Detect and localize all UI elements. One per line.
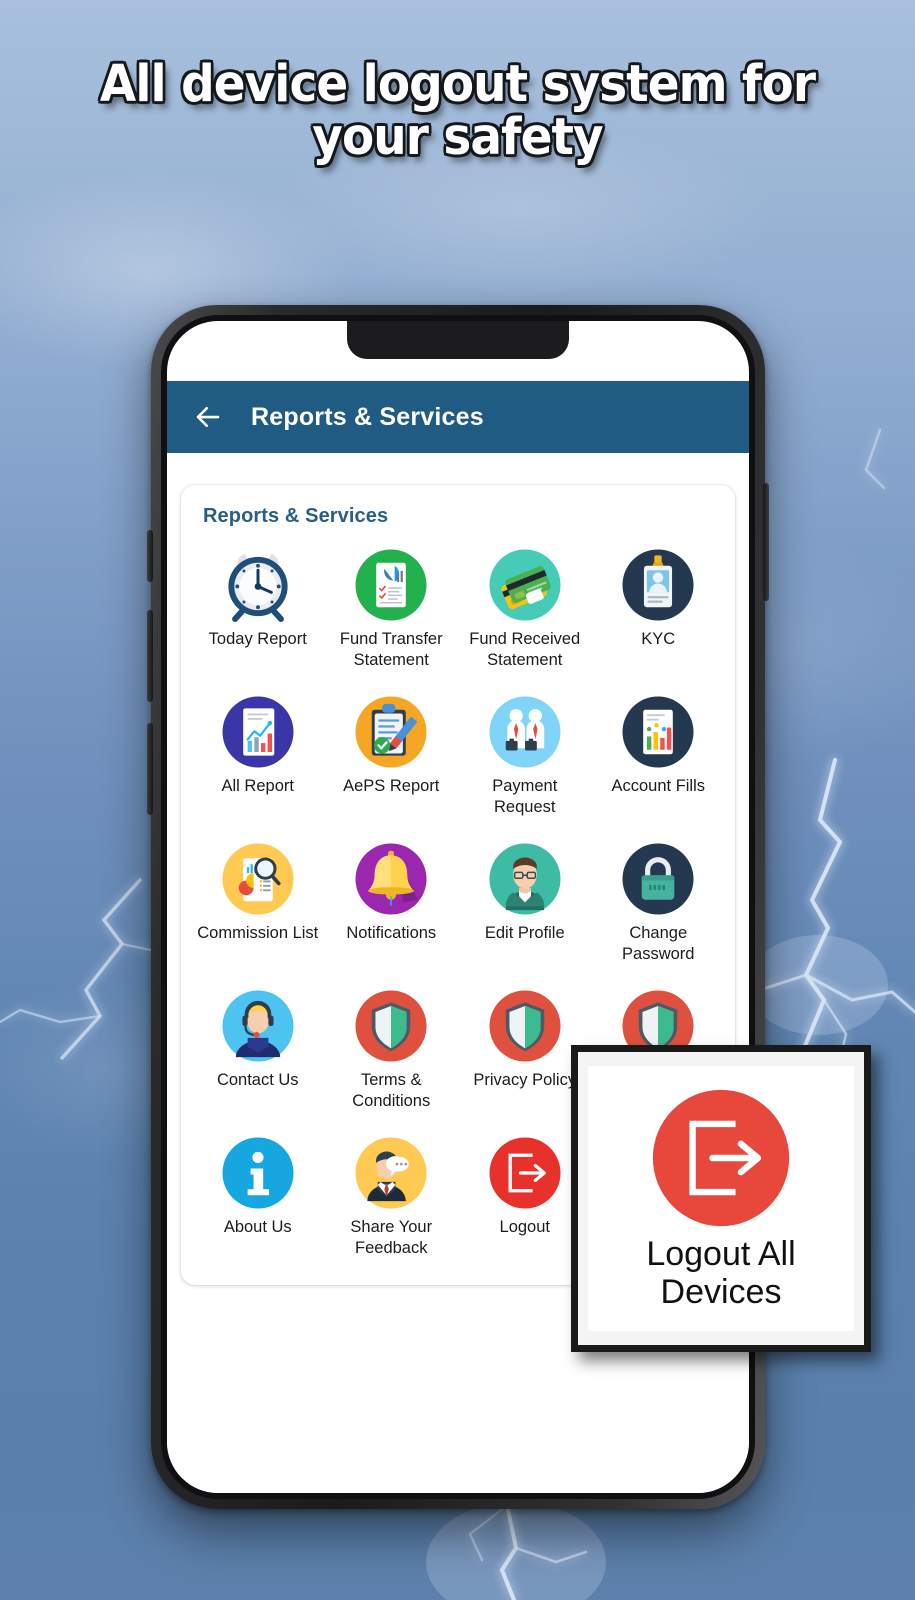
service-tile-label: Edit Profile xyxy=(484,924,565,942)
shield-icon xyxy=(488,989,562,1063)
service-tile[interactable]: Notifications xyxy=(325,836,459,969)
magnifier-doc-icon xyxy=(221,842,295,916)
service-tile[interactable]: Fund Received Statement xyxy=(458,542,592,675)
phone-mute-switch xyxy=(147,530,153,582)
callout-content: Logout All Devices xyxy=(588,1066,854,1331)
bell-icon xyxy=(354,842,428,916)
info-icon xyxy=(221,1136,295,1210)
service-tile-label: Today Report xyxy=(208,630,307,648)
phone-volume-down-button xyxy=(147,723,153,815)
phone-power-button xyxy=(763,483,769,601)
service-tile-label: Fund Transfer Statement xyxy=(339,630,443,669)
bar-chart-doc-icon xyxy=(621,695,695,769)
arrow-left-icon[interactable] xyxy=(193,402,223,432)
service-tile[interactable]: Payment Request xyxy=(458,689,592,822)
service-tile-label: Payment Request xyxy=(492,777,558,816)
service-tile[interactable]: Commission List xyxy=(191,836,325,969)
service-tile[interactable]: AePS Report xyxy=(325,689,459,822)
service-tile-label: Change Password xyxy=(622,924,695,963)
headset-agent-icon xyxy=(221,989,295,1063)
promo-headline: All device logout system for your safety xyxy=(99,55,816,167)
service-tile[interactable]: All Report xyxy=(191,689,325,822)
service-tile[interactable]: Contact Us xyxy=(191,983,325,1116)
app-bar-title: Reports & Services xyxy=(251,402,484,431)
businessmen-icon xyxy=(488,695,562,769)
credit-cards-icon xyxy=(488,548,562,622)
service-tile-label: All Report xyxy=(221,777,294,795)
logout-exit-icon xyxy=(650,1087,792,1229)
service-tile-label: Contact Us xyxy=(216,1071,299,1089)
clipboard-pen-icon xyxy=(354,695,428,769)
service-tile-label: Share Your Feedback xyxy=(350,1218,433,1257)
phone-volume-up-button xyxy=(147,610,153,702)
padlock-icon xyxy=(621,842,695,916)
service-tile-label: Logout xyxy=(499,1218,550,1236)
service-tile-label: AePS Report xyxy=(343,777,440,795)
logout-all-devices-callout[interactable]: Logout All Devices xyxy=(571,1045,871,1352)
service-tile-label: Commission List xyxy=(197,924,319,942)
service-tile-label: Fund Received Statement xyxy=(469,630,581,669)
service-tile-label: Privacy Policy xyxy=(473,1071,577,1089)
alarm-clock-icon xyxy=(221,548,295,622)
service-tile[interactable]: Share Your Feedback xyxy=(325,1130,459,1263)
service-tile[interactable]: Edit Profile xyxy=(458,836,592,969)
service-tile-label: Notifications xyxy=(346,924,437,942)
service-tile-label: KYC xyxy=(641,630,676,648)
app-bar: Reports & Services xyxy=(167,381,749,453)
service-tile[interactable]: Change Password xyxy=(592,836,726,969)
service-tile[interactable]: Terms & Conditions xyxy=(325,983,459,1116)
service-tile-label: About Us xyxy=(223,1218,292,1236)
phone-notch xyxy=(347,321,569,359)
callout-label: Logout All Devices xyxy=(646,1234,796,1311)
service-tile-label: Account Fills xyxy=(611,777,706,795)
feedback-person-icon xyxy=(354,1136,428,1210)
user-avatar-icon xyxy=(488,842,562,916)
shield-icon xyxy=(354,989,428,1063)
service-tile[interactable]: About Us xyxy=(191,1130,325,1263)
report-chart-icon xyxy=(221,695,295,769)
id-badge-icon xyxy=(621,548,695,622)
service-tile[interactable]: Fund Transfer Statement xyxy=(325,542,459,675)
service-tile[interactable]: Account Fills xyxy=(592,689,726,822)
service-tile[interactable]: KYC xyxy=(592,542,726,675)
logout-exit-icon xyxy=(488,1136,562,1210)
service-tile-label: Terms & Conditions xyxy=(352,1071,431,1110)
service-tile[interactable]: Today Report xyxy=(191,542,325,675)
document-chart-icon xyxy=(354,548,428,622)
card-section-title: Reports & Services xyxy=(203,505,389,527)
